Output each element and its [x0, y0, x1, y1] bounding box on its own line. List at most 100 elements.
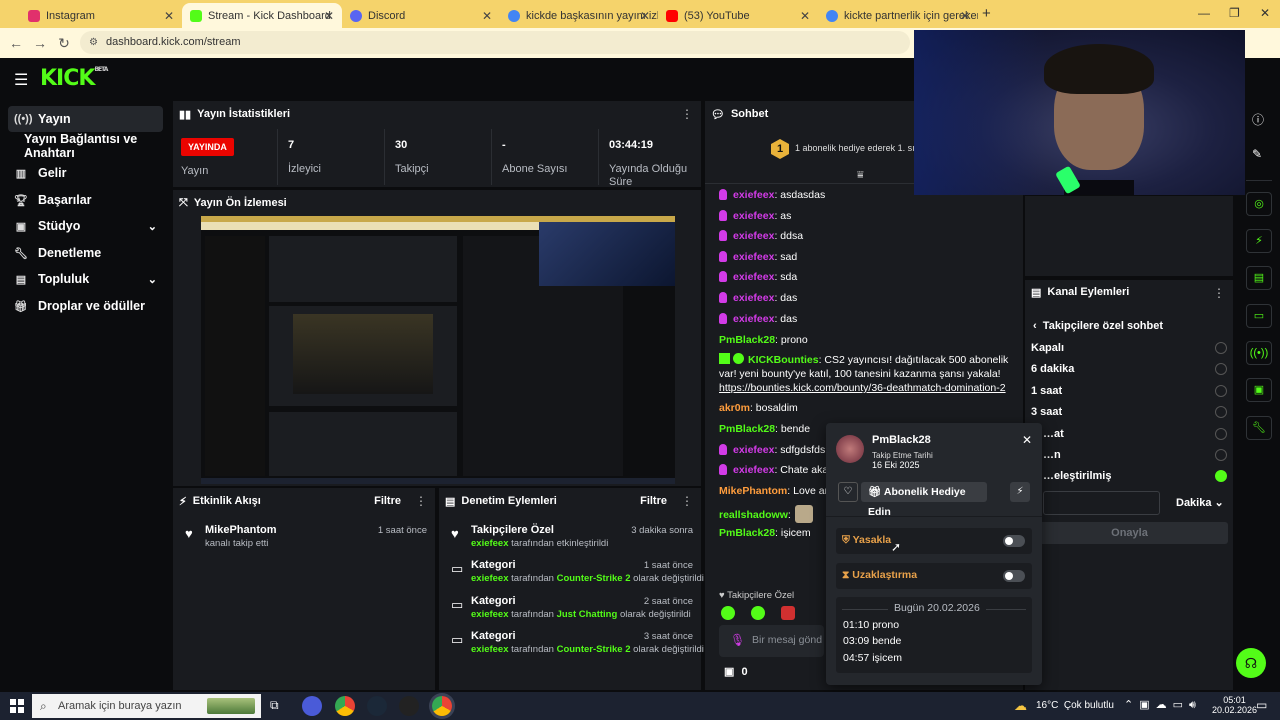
emote-icon[interactable]: [781, 606, 795, 620]
chat-username[interactable]: PmBlack28: [719, 334, 775, 346]
back-icon[interactable]: ←: [4, 35, 28, 51]
pinned-toggle-icon[interactable]: ⩸: [857, 169, 864, 182]
close-icon[interactable]: ✕: [1022, 433, 1032, 447]
chat-icon[interactable]: ▭: [1246, 304, 1272, 328]
filter-button[interactable]: Filtre: [374, 495, 401, 507]
system-tray-icons[interactable]: ⌃▣☁▭🔊︎: [1124, 698, 1202, 712]
notes-icon[interactable]: ▤: [1246, 266, 1272, 290]
unit-dropdown[interactable]: Dakika ⌄: [1176, 496, 1224, 509]
chat-username[interactable]: exiefeex: [733, 292, 774, 304]
radio-button[interactable]: [1215, 385, 1227, 397]
mic-icon[interactable]: 🎙︎: [730, 633, 745, 647]
sidebar-item-stream-key[interactable]: Yayın Bağlantısı ve Anahtarı: [8, 132, 173, 160]
chat-username[interactable]: exiefeex: [733, 313, 774, 325]
radio-button[interactable]: [1215, 363, 1227, 375]
confirm-button[interactable]: Onayla: [1031, 522, 1228, 544]
stream-settings-icon[interactable]: ▣: [1246, 378, 1272, 402]
clock[interactable]: 05:01 20.02.2026: [1212, 695, 1257, 715]
support-headset-icon[interactable]: ☊: [1236, 648, 1266, 678]
mod-action-button[interactable]: ⚡︎: [1010, 482, 1030, 502]
chat-input[interactable]: 🎙︎ Bir mesaj gönd: [719, 625, 824, 657]
notifications-icon[interactable]: ▭: [1256, 698, 1267, 712]
tab-google-search-1[interactable]: kickde başkasının yayını izleme✕: [500, 3, 658, 28]
close-tab-icon[interactable]: ✕: [960, 9, 970, 23]
windows-start-icon[interactable]: [10, 699, 24, 713]
sidebar-item-achievements[interactable]: 🏆︎ Başarılar: [8, 187, 163, 213]
forward-icon[interactable]: →: [28, 35, 52, 51]
chat-username[interactable]: reallshadoww: [719, 509, 788, 521]
channel-points[interactable]: ▣ 0: [724, 665, 748, 678]
chat-username[interactable]: exiefeex: [733, 189, 774, 201]
chat-username[interactable]: PmBlack28: [719, 527, 775, 539]
broadcast-icon[interactable]: ((•)): [1246, 341, 1272, 365]
sidebar-item-moderation[interactable]: 🔧︎ Denetleme: [8, 240, 163, 266]
more-options-icon[interactable]: ⋮: [1213, 286, 1225, 300]
chat-username[interactable]: KICKBounties: [748, 354, 819, 366]
sidebar-item-community[interactable]: ▤ Topluluk ⌄: [8, 266, 163, 292]
emote-icon[interactable]: [721, 606, 735, 620]
chat-username[interactable]: exiefeex: [733, 210, 774, 222]
bounty-link[interactable]: https://bounties.kick.com/bounty/36-deat…: [719, 382, 1006, 394]
close-tab-icon[interactable]: ✕: [640, 9, 650, 23]
duration-input[interactable]: [1043, 491, 1160, 515]
filter-button[interactable]: Filtre: [640, 495, 667, 507]
taskbar-search-input[interactable]: ⌕ Aramak için buraya yazın: [32, 694, 261, 718]
kick-logo[interactable]: KICKBETA: [40, 66, 108, 91]
radio-button[interactable]: [1215, 428, 1227, 440]
chrome-active-icon[interactable]: [432, 696, 452, 716]
chat-username[interactable]: exiefeex: [733, 444, 774, 456]
stream-preview-video[interactable]: [201, 216, 675, 484]
url-input[interactable]: ⚙ dashboard.kick.com/stream: [80, 31, 910, 54]
chat-username[interactable]: exiefeex: [733, 251, 774, 263]
radio-button[interactable]: [1215, 406, 1227, 418]
tab-kick-dashboard[interactable]: Stream - Kick Dashboard ✕: [182, 3, 342, 28]
tab-instagram[interactable]: Instagram ✕: [20, 3, 182, 28]
close-window-icon[interactable]: ✕: [1260, 6, 1270, 20]
close-tab-icon[interactable]: ✕: [800, 9, 810, 23]
chat-username[interactable]: exiefeex: [733, 271, 774, 283]
clip-icon[interactable]: ◎: [1246, 192, 1272, 216]
app-icon-1[interactable]: [302, 696, 322, 716]
timeout-toggle[interactable]: [1003, 570, 1025, 582]
radio-button-selected[interactable]: [1215, 470, 1227, 482]
chat-username[interactable]: MikePhantom: [719, 485, 787, 497]
maximize-icon[interactable]: ❐: [1229, 6, 1240, 20]
steam-icon[interactable]: [367, 696, 387, 716]
chat-username[interactable]: akr0m: [719, 402, 750, 414]
radio-button[interactable]: [1215, 342, 1227, 354]
radio-button[interactable]: [1215, 449, 1227, 461]
close-tab-icon[interactable]: ✕: [324, 9, 334, 23]
new-tab-button[interactable]: +: [982, 5, 991, 22]
weather-text[interactable]: 16°C Çok bulutlu: [1036, 700, 1114, 711]
chat-username[interactable]: PmBlack28: [719, 423, 775, 435]
tab-discord[interactable]: Discord ✕: [342, 3, 500, 28]
info-icon[interactable]: ⓘ: [1252, 111, 1264, 128]
chrome-icon[interactable]: [335, 696, 355, 716]
minimize-icon[interactable]: —: [1198, 6, 1210, 20]
ban-toggle[interactable]: [1003, 535, 1025, 547]
back-to-actions[interactable]: ‹ Takipçilere özel sohbet: [1033, 320, 1163, 332]
bolt-icon[interactable]: ⚡︎: [1246, 229, 1272, 253]
chat-username[interactable]: exiefeex: [733, 464, 774, 476]
tab-google-search-2[interactable]: kickte partnerlik için gerekenle ✕: [818, 3, 978, 28]
gift-sub-button[interactable]: 🎁︎ Abonelik Hediye Edin: [861, 482, 987, 518]
site-info-icon[interactable]: ⚙: [89, 31, 98, 54]
close-tab-icon[interactable]: ✕: [482, 9, 492, 23]
wrench-icon[interactable]: 🔧︎: [1246, 416, 1272, 440]
sidebar-item-drops[interactable]: 🎁︎ Droplar ve ödüller: [8, 293, 163, 319]
more-options-icon[interactable]: ⋮: [681, 494, 693, 508]
pencil-icon[interactable]: ✎: [1252, 147, 1262, 161]
more-options-icon[interactable]: ⋮: [681, 107, 693, 121]
more-options-icon[interactable]: ⋮: [415, 494, 427, 508]
sidebar-item-stream[interactable]: ((•)) Yayın: [8, 106, 163, 132]
task-view-icon[interactable]: ⧉: [270, 698, 279, 713]
obs-icon[interactable]: [399, 696, 419, 716]
tab-youtube[interactable]: (53) YouTube ✕: [658, 3, 818, 28]
close-tab-icon[interactable]: ✕: [164, 9, 174, 23]
sidebar-item-studio[interactable]: ▣ Stüdyo ⌄: [8, 213, 163, 239]
reload-icon[interactable]: ↻: [52, 35, 76, 52]
menu-icon[interactable]: ☰: [14, 70, 28, 90]
sidebar-item-revenue[interactable]: ▥ Gelir: [8, 160, 163, 186]
emote-icon[interactable]: [751, 606, 765, 620]
chat-username[interactable]: exiefeex: [733, 230, 774, 242]
